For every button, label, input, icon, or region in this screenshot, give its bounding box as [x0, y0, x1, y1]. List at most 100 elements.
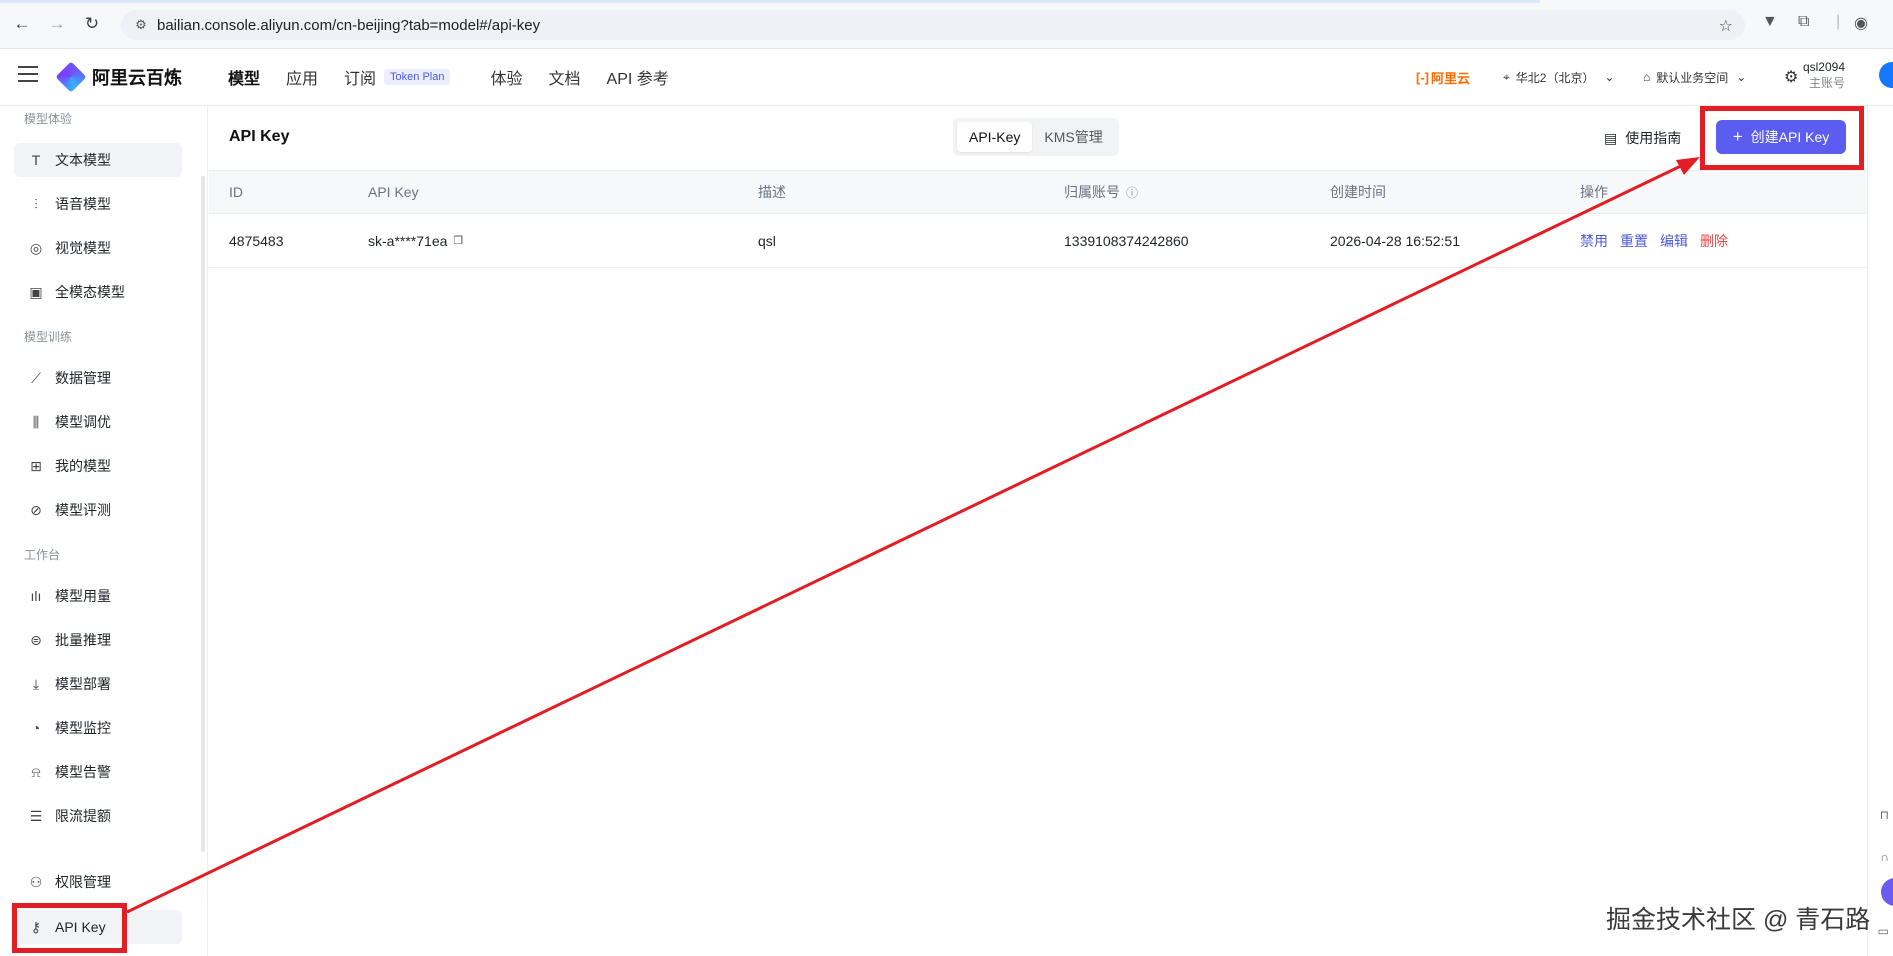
back-icon[interactable]: ←	[10, 12, 34, 36]
site-info-icon[interactable]: ⚙	[129, 17, 153, 33]
sliders-icon: ⫼	[32, 413, 40, 430]
tab-api-key[interactable]: API-Key	[957, 122, 1033, 152]
cell-id: 4875483	[229, 232, 284, 249]
column-header: 创建时间	[1330, 184, 1386, 200]
api-key-table: ID API Key 描述 归属账号 ⓘ 创建时间 操作 4875483 sk-…	[209, 170, 1867, 268]
annotation-highlight-api-key-menu	[12, 903, 127, 953]
sidebar-item-label: 全模态模型	[55, 284, 125, 300]
aliyun-label: 阿里云	[1431, 70, 1471, 86]
reset-link[interactable]: 重置	[1620, 231, 1648, 251]
tab-switcher: API-Key KMS管理	[953, 118, 1119, 156]
nav-item-docs[interactable]: 文档	[549, 65, 581, 89]
database-icon: ☰	[29, 807, 43, 824]
home-icon: ⌂	[1643, 70, 1651, 84]
batch-icon: ⊜	[30, 631, 42, 648]
api-key-value: sk-a****71ea	[368, 232, 448, 249]
app-header: 阿里云百炼 模型 应用 订阅 Token Plan 体验 文档 API 参考 […	[0, 49, 1893, 106]
sidebar-item-label: 我的模型	[55, 458, 111, 474]
usage-guide-link[interactable]: ▤ 使用指南	[1604, 128, 1681, 148]
sidebar-item-model-tuning[interactable]: ⫼ 模型调优	[14, 405, 182, 439]
profile-icon[interactable]: ◉	[1854, 13, 1868, 33]
sidebar-item-label: 模型评测	[55, 502, 111, 518]
sidebar-item-voice-model[interactable]: ⫶ 语音模型	[14, 187, 182, 221]
loading-bar	[0, 0, 1540, 3]
sidebar-item-omni-model[interactable]: ▣ 全模态模型	[14, 275, 182, 309]
sidebar-item-vision-model[interactable]: ◎ 视觉模型	[14, 231, 182, 265]
nav-item-apps[interactable]: 应用	[286, 65, 318, 89]
download-icon: ⤓	[32, 675, 40, 692]
location-icon: ⌖	[1503, 69, 1510, 84]
sidebar-item-label: 限流提额	[55, 808, 111, 824]
assistant-icon[interactable]	[1881, 878, 1893, 906]
user-icon: ⚇	[29, 873, 43, 890]
forward-icon[interactable]: →	[45, 12, 69, 36]
user-role: 主账号	[1808, 76, 1845, 90]
sidebar-item-model-evaluation[interactable]: ⊘ 模型评测	[14, 493, 182, 527]
sidebar-item-model-usage[interactable]: ılı 模型用量	[14, 579, 182, 613]
menu-icon[interactable]	[18, 66, 38, 82]
logo-text: 阿里云百炼	[92, 68, 182, 88]
copy-icon[interactable]: ❐	[453, 234, 463, 247]
sidebar-item-label: 模型监控	[55, 720, 111, 736]
reload-icon[interactable]: ↻	[80, 12, 104, 36]
guide-label: 使用指南	[1625, 130, 1682, 146]
browser-toolbar: ← → ↻ ⚙ bailian.console.aliyun.com/cn-be…	[0, 0, 1893, 49]
address-bar[interactable]: ⚙ bailian.console.aliyun.com/cn-beijing?…	[121, 10, 1745, 40]
edit-link[interactable]: 编辑	[1660, 231, 1688, 251]
page-title: API Key	[229, 128, 290, 145]
sidebar-group-model-experience: 模型体验	[24, 112, 73, 126]
url-text: bailian.console.aliyun.com/cn-beijing?ta…	[157, 16, 541, 34]
nav-item-experience[interactable]: 体验	[490, 65, 522, 89]
camera-icon: ◎	[29, 239, 43, 256]
user-info[interactable]: qsl2094 主账号	[1803, 59, 1845, 91]
annotation-highlight-create-button	[1700, 106, 1864, 170]
sidebar-item-label: 模型用量	[55, 588, 111, 604]
sidebar-item-text-model[interactable]: T 文本模型	[14, 143, 182, 177]
column-header: ID	[229, 184, 243, 200]
sidebar-item-permissions[interactable]: ⚇ 权限管理	[14, 865, 182, 899]
nav-item-subscription[interactable]: 订阅 Token Plan	[344, 65, 451, 89]
cell-actions: 禁用 重置 编辑 删除	[1580, 214, 1740, 267]
main-content: API Key API-Key KMS管理 ▤ 使用指南 + 创建API Key…	[209, 106, 1867, 956]
sidebar-item-model-deploy[interactable]: ⤓ 模型部署	[14, 667, 182, 701]
avatar[interactable]	[1879, 62, 1893, 88]
sidebar-item-rate-limit[interactable]: ☰ 限流提额	[14, 799, 182, 833]
sidebar-item-label: 模型部署	[55, 676, 111, 692]
bailian-logo-icon	[55, 61, 87, 93]
headset-icon[interactable]: ∩	[1880, 850, 1889, 864]
region-selector[interactable]: ⌖ 华北2（北京） ⌄	[1503, 49, 1615, 105]
right-float-toolbar: ⊓ ∩ ▭	[1867, 106, 1893, 956]
sidebar-item-my-models[interactable]: ⊞ 我的模型	[14, 449, 182, 483]
nav-item-api-reference[interactable]: API 参考	[607, 65, 669, 89]
disable-link[interactable]: 禁用	[1580, 231, 1608, 251]
compass-icon: ⊘	[30, 501, 42, 518]
tab-kms[interactable]: KMS管理	[1032, 122, 1114, 152]
aliyun-logo[interactable]: [-] 阿里云	[1416, 49, 1470, 105]
logo[interactable]: 阿里云百炼	[55, 61, 182, 93]
sidebar-item-batch-inference[interactable]: ⊜ 批量推理	[14, 623, 182, 657]
sidebar-item-model-monitor[interactable]: ◔ 模型监控	[14, 711, 182, 745]
delete-link[interactable]: 删除	[1700, 231, 1728, 251]
sidebar-item-label: 权限管理	[55, 874, 111, 890]
chart-icon: ⟋	[31, 369, 41, 386]
sidebar-item-model-alarm[interactable]: ⍾ 模型告警	[14, 755, 182, 789]
bookmark-star-icon[interactable]: ☆	[1719, 16, 1733, 36]
document-icon: ▤	[1604, 129, 1618, 146]
lock-icon[interactable]: ⊓	[1880, 808, 1889, 822]
column-header: API Key	[368, 184, 419, 200]
user-name: qsl2094	[1802, 60, 1845, 74]
info-icon[interactable]: ⓘ	[1126, 184, 1138, 201]
workspace-selector[interactable]: ⌂ 默认业务空间 ⌄	[1643, 49, 1746, 105]
sidebar-scrollbar[interactable]	[201, 176, 205, 852]
sidebar-item-label: 数据管理	[55, 370, 111, 386]
chevron-down-icon: ⌄	[1604, 70, 1615, 84]
sidebar-group-workbench: 工作台	[24, 548, 61, 562]
extensions-puzzle-icon[interactable]: ⧉	[1798, 13, 1809, 31]
sidebar-item-data-management[interactable]: ⟋ 数据管理	[14, 361, 182, 395]
feedback-icon[interactable]: ▭	[1878, 924, 1889, 938]
extension-v-icon[interactable]: ▼	[1762, 13, 1778, 31]
nav-item-model[interactable]: 模型	[228, 65, 260, 89]
cell-created-time: 2026-04-28 16:52:51	[1330, 232, 1460, 249]
sidebar-item-label: 批量推理	[55, 632, 111, 648]
settings-gear-icon[interactable]: ⚙	[1784, 49, 1798, 105]
